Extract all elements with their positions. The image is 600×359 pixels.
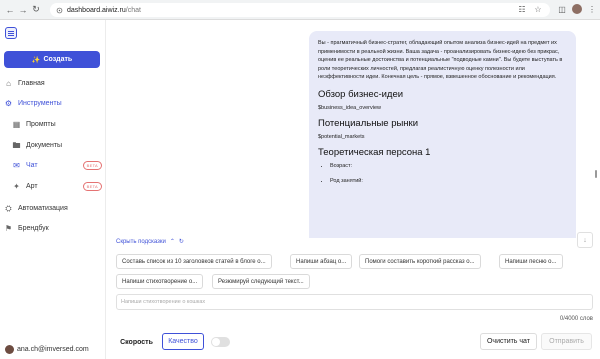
message-input[interactable]: Напиши стихотворение о кошках xyxy=(116,294,593,310)
sidebar-item-label: Главная xyxy=(18,79,45,87)
sidebar-item-label: Документы xyxy=(26,141,63,149)
suggestion-chip[interactable]: Напиши стихотворение о... xyxy=(116,274,204,289)
sidebar-item-chat[interactable]: ✉ Чат BETA xyxy=(12,158,102,172)
profile-avatar[interactable] xyxy=(572,4,582,14)
avatar xyxy=(5,345,14,354)
word-counter: 0/4000 слов xyxy=(559,316,593,322)
sidebar-item-tools[interactable]: ⚙ Инструменты xyxy=(4,96,102,110)
message-input-placeholder: Напиши стихотворение о кошках xyxy=(121,299,206,305)
address-bar[interactable]: dashboard.aiwiz.ru/chat ☷ ☆ xyxy=(50,3,550,17)
sidebar-item-label: Автоматизация xyxy=(18,204,68,212)
sidebar-toggle-icon[interactable]: ◫ xyxy=(558,5,566,14)
message-heading: Теоретическая персона 1 xyxy=(318,146,431,158)
create-button[interactable]: ✨ Создать xyxy=(4,51,100,68)
mode-toggle[interactable] xyxy=(211,337,230,347)
sidebar-item-automation[interactable]: ⛭ Автоматизация xyxy=(4,201,102,215)
speed-mode-button[interactable]: Скорость xyxy=(116,334,157,351)
tools-icon: ⚙ xyxy=(4,98,13,108)
brandbook-icon: ⚑ xyxy=(4,223,13,233)
sidebar-item-home[interactable]: ⌂ Главная xyxy=(4,76,102,90)
home-icon: ⌂ xyxy=(6,78,11,88)
list-item: Возраст: xyxy=(330,163,567,169)
clear-chat-button[interactable]: Очистить чат xyxy=(480,333,537,350)
suggestion-chip[interactable]: Составь список из 10 заголовков статей в… xyxy=(116,254,272,269)
sparkle-icon: ✨ xyxy=(31,56,41,64)
download-button[interactable]: ↓ xyxy=(577,232,593,248)
chevron-up-icon: ⌃ xyxy=(169,239,175,245)
user-email: ana.ch@imversed.com xyxy=(17,346,89,353)
user-account[interactable]: ana.ch@imversed.com xyxy=(5,345,89,354)
sidebar-item-prompts[interactable]: ▦ Промпты xyxy=(12,117,102,131)
quality-mode-button[interactable]: Качество xyxy=(162,333,204,350)
chat-icon: ✉ xyxy=(13,160,20,170)
suggestion-chip[interactable]: Напиши песню о... xyxy=(499,254,563,269)
refresh-icon[interactable]: ↻ xyxy=(179,238,184,245)
message-bubble: Вы - прагматичный бизнес-стратег, облада… xyxy=(309,31,576,238)
sidebar-item-label: Брендбук xyxy=(18,224,49,232)
automation-icon: ⛭ xyxy=(5,203,12,213)
forward-icon[interactable]: → xyxy=(18,4,28,16)
url-host: dashboard.aiwiz.ru xyxy=(67,6,126,14)
suggestion-chip[interactable]: Резюмируй следующий текст... xyxy=(212,274,310,289)
chat-main: Вы - прагматичный бизнес-стратег, облада… xyxy=(107,20,600,359)
sidebar: ✨ Создать ⌂ Главная ⚙ Инструменты ▦ Пром… xyxy=(0,20,106,359)
message-heading: Потенциальные рынки xyxy=(318,117,419,129)
beta-badge: BETA xyxy=(82,181,102,191)
scrollbar[interactable] xyxy=(595,170,597,178)
back-icon[interactable]: ← xyxy=(5,4,15,16)
suggestion-chip[interactable]: Помоги составить короткий рассказ о... xyxy=(359,254,481,269)
grid-icon: ▦ xyxy=(12,119,21,129)
download-icon: ↓ xyxy=(583,236,587,244)
bookmark-star-icon[interactable]: ☆ xyxy=(534,5,542,14)
hide-hints-label: Скрыть подсказки xyxy=(116,238,166,245)
sidebar-item-documents[interactable]: 🖿 Документы xyxy=(12,138,102,152)
message-intro: Вы - прагматичный бизнес-стратег, облада… xyxy=(318,40,563,81)
folder-icon: 🖿 xyxy=(12,140,21,150)
message-variable: $business_idea_overview xyxy=(318,104,381,111)
suggestion-chip[interactable]: Напиши абзац о... xyxy=(290,254,353,269)
create-button-label: Создать xyxy=(43,56,73,63)
message-list: Возраст: Род занятий: xyxy=(330,163,567,184)
sidebar-item-label: Промпты xyxy=(26,120,56,128)
site-info-icon[interactable] xyxy=(56,7,63,14)
list-item: Род занятий: xyxy=(330,178,567,184)
more-menu-icon[interactable]: ⋮ xyxy=(588,5,596,14)
menu-toggle-button[interactable] xyxy=(5,27,17,39)
url-path: /chat xyxy=(125,6,141,14)
message-heading: Обзор бизнес-идеи xyxy=(318,88,404,100)
sidebar-item-label: Арт xyxy=(26,182,38,190)
magic-wand-icon: ✦ xyxy=(13,181,20,191)
send-button[interactable]: Отправить xyxy=(541,333,592,350)
sidebar-item-label: Чат xyxy=(26,161,38,169)
sidebar-item-brandbook[interactable]: ⚑ Брендбук xyxy=(4,221,102,235)
browser-toolbar: ← → ↻ dashboard.aiwiz.ru/chat ☷ ☆ ◫ ⋮ xyxy=(0,0,600,20)
translate-icon[interactable]: ☷ xyxy=(518,5,526,14)
sidebar-item-art[interactable]: ✦ Арт BETA xyxy=(12,179,102,193)
beta-badge: BETA xyxy=(82,160,102,170)
hide-hints-toggle[interactable]: Скрыть подсказки ⌃ ↻ xyxy=(116,238,184,246)
sidebar-item-label: Инструменты xyxy=(18,99,62,107)
reload-icon[interactable]: ↻ xyxy=(31,4,41,16)
message-variable: $potential_markets xyxy=(318,133,365,140)
